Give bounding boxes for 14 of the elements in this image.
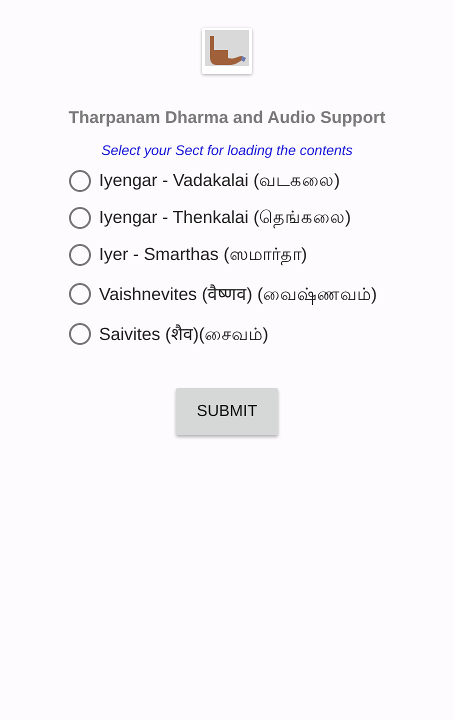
instruction-text: Select your Sect for loading the contents: [101, 142, 353, 158]
radio-button[interactable]: [69, 322, 91, 344]
option-label[interactable]: Iyengar - Thenkalai (தெங்கலை): [99, 207, 352, 229]
radio-button[interactable]: [69, 207, 91, 229]
option-label[interactable]: Saivites (शैव)(சைவம்): [99, 321, 268, 346]
radio-button[interactable]: [69, 282, 91, 304]
radio-button[interactable]: [69, 244, 91, 266]
submit-button[interactable]: SUBMIT: [176, 388, 278, 435]
option-label[interactable]: Iyer - Smarthas (ஸமார்தா): [99, 244, 308, 266]
option-label[interactable]: Vaishnevites (वैष्णव) (வைஷ்ணவம்): [99, 281, 377, 306]
hand-logo-icon: [202, 28, 252, 74]
option-label[interactable]: Iyengar - Vadakalai (வடகலை): [99, 170, 340, 192]
radio-button[interactable]: [69, 170, 91, 192]
app-title: Tharpanam Dharma and Audio Support: [68, 108, 386, 128]
